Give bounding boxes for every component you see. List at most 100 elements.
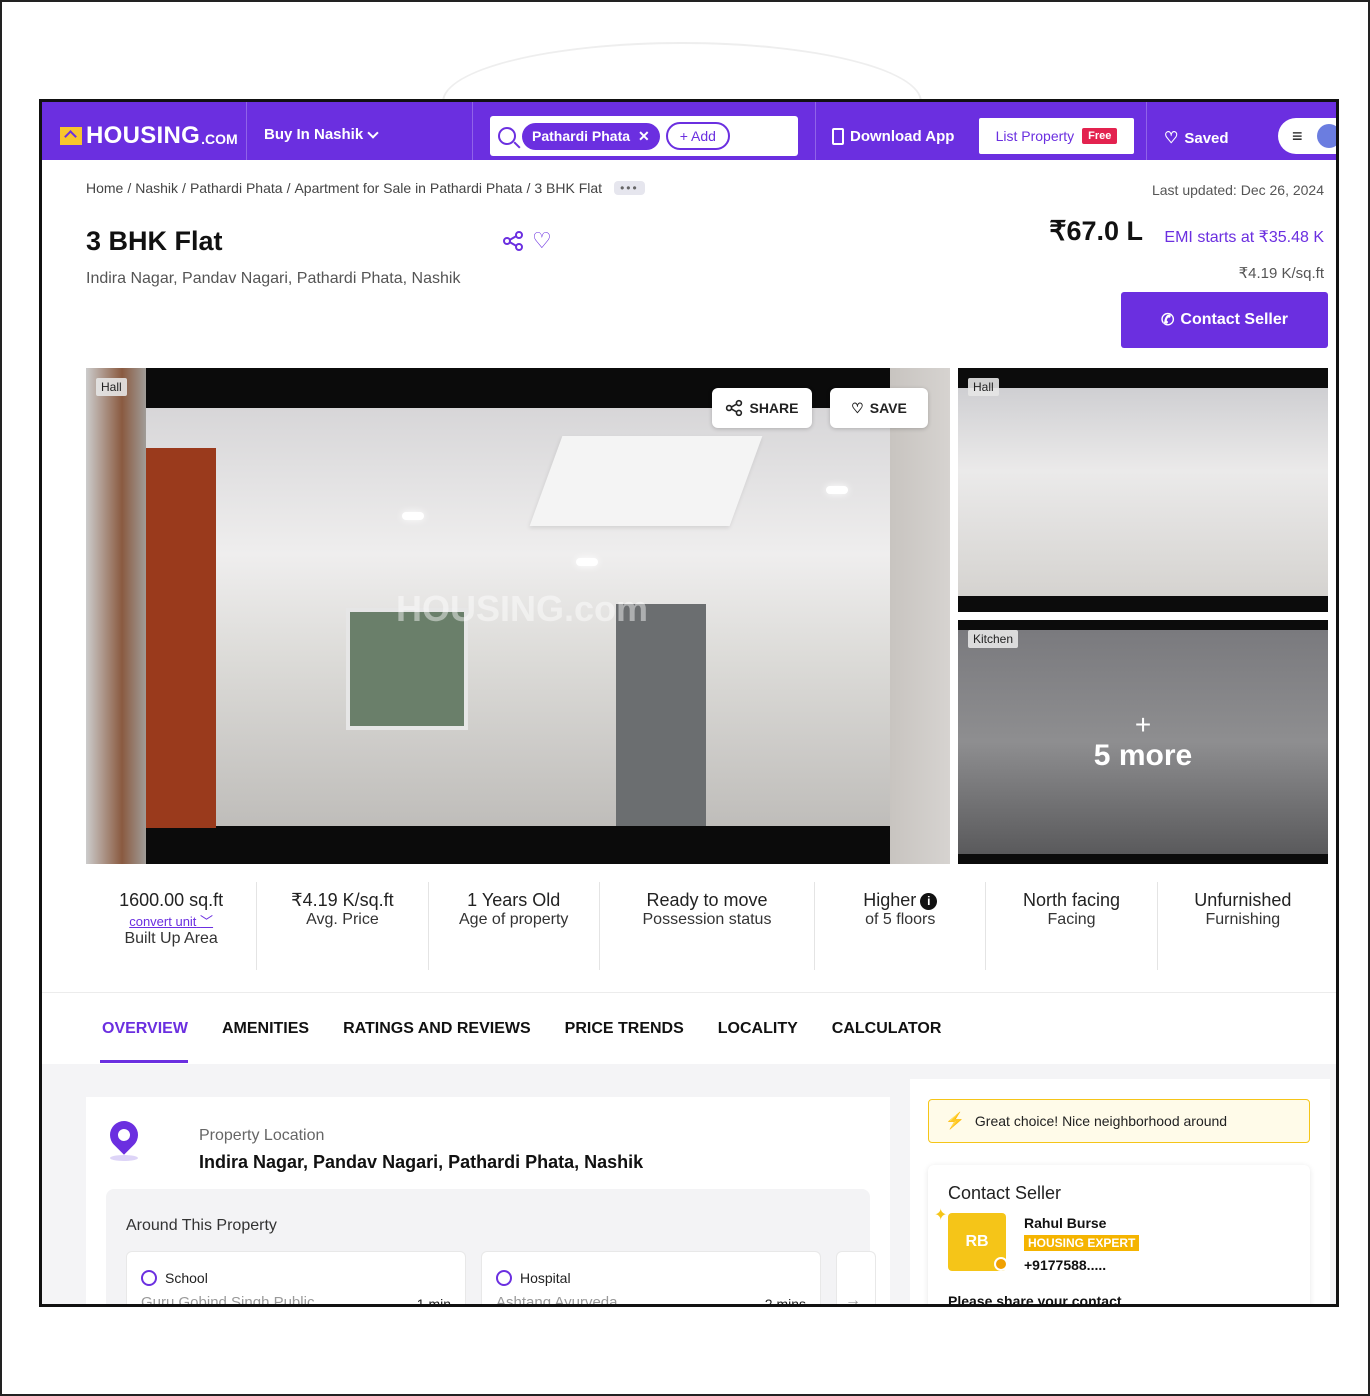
stat-value: 1 Years Old	[467, 890, 561, 910]
location-pin-icon	[104, 1115, 144, 1161]
around-title: Around This Property	[126, 1217, 277, 1234]
photo-door	[146, 448, 216, 828]
contact-seller-title: Contact Seller	[948, 1183, 1062, 1203]
convert-unit-link[interactable]: convert unit ﹀	[86, 911, 256, 930]
nav-divider	[472, 102, 473, 160]
seller-phone: +9177588.....	[1024, 1257, 1107, 1273]
favorite-heart-icon[interactable]: ♡	[532, 228, 552, 254]
breadcrumb-item[interactable]: Pathardi Phata	[190, 180, 283, 196]
tab-locality[interactable]: LOCALITY	[718, 1020, 798, 1038]
nav-divider	[246, 102, 247, 160]
last-updated: Last updated: Dec 26, 2024	[1151, 182, 1324, 198]
tab-overview[interactable]: OVERVIEW	[102, 1020, 188, 1038]
breadcrumb-sep: /	[286, 180, 291, 196]
stat-facing: North facing Facing	[986, 882, 1158, 970]
nearby-time: 1 min	[416, 1296, 451, 1307]
contact-seller-button[interactable]: ✆ Contact Seller	[1121, 292, 1328, 348]
list-property-label: List Property	[995, 128, 1075, 144]
plus-icon: +	[1134, 709, 1152, 740]
image-tag-hall: Hall	[96, 378, 127, 396]
housing-logo[interactable]: HOUSING .COM	[60, 122, 238, 150]
logo-house-icon	[60, 127, 82, 145]
breadcrumb: Home / Nashik / Pathardi Phata / Apartment …	[86, 180, 645, 196]
buy-city-dropdown[interactable]: Buy In Nashik	[264, 126, 379, 143]
tab-ratings-and-reviews[interactable]: RATINGS AND REVIEWS	[343, 1020, 531, 1038]
stat-value: ₹4.19 K/sq.ft	[291, 890, 394, 910]
housing-expert-badge: HOUSING EXPERT	[1024, 1235, 1140, 1251]
property-location-card: Property Location Indira Nagar, Pandav N…	[86, 1097, 890, 1307]
screenshot-canvas: HOUSING .COM Buy In Nashik Pathardi Phat…	[0, 0, 1370, 1396]
nearby-type: Hospital	[520, 1270, 571, 1286]
property-address: Indira Nagar, Pandav Nagari, Pathardi Ph…	[86, 270, 461, 287]
sparkle-icon: ✦	[934, 1207, 948, 1224]
nearby-type: School	[165, 1270, 208, 1286]
arrow-right-icon[interactable]: →	[845, 1292, 861, 1304]
free-badge: Free	[1082, 128, 1118, 144]
info-icon[interactable]: i	[920, 893, 938, 910]
close-icon[interactable]: ✕	[638, 128, 650, 145]
breadcrumb-item[interactable]: Apartment for Sale in Pathardi Phata	[294, 180, 522, 196]
side-gallery-image-hall[interactable]: Hall	[958, 368, 1328, 612]
stat-possession: Ready to move Possession status	[600, 882, 816, 970]
neighborhood-banner-text: Great choice! Nice neighborhood around	[974, 1113, 1228, 1129]
search-icon	[498, 127, 516, 145]
stat-label: Facing	[1047, 911, 1096, 928]
locality-chip-label: Pathardi Phata	[532, 128, 631, 144]
seller-name: Rahul Burse	[1024, 1215, 1107, 1231]
neighborhood-banner: ⚡ Great choice! Nice neighborhood around	[928, 1099, 1310, 1143]
breadcrumb-item[interactable]: Nashik	[135, 180, 178, 196]
tab-calculator[interactable]: CALCULATOR	[832, 1020, 942, 1038]
nearby-name: Ashtang Ayurveda	[496, 1294, 618, 1307]
nearby-next-card[interactable]: →	[836, 1251, 876, 1304]
share-contact-prompt: Please share your contact	[948, 1293, 1122, 1307]
phone-call-icon: ✆	[1161, 312, 1175, 329]
stat-value: Unfurnished	[1194, 890, 1292, 910]
active-tab-indicator	[100, 1060, 188, 1063]
main-gallery-image[interactable]: HOUSING.com Hall SHARE ♡ SAVE	[86, 368, 950, 864]
stat-label: Furnishing	[1205, 911, 1281, 928]
nearby-hospital-card[interactable]: Hospital Ashtang Ayurveda 2 mins	[481, 1251, 821, 1307]
logo-text: HOUSING	[86, 122, 201, 149]
photo-doorway	[616, 604, 706, 826]
heart-icon: ♡	[1164, 130, 1179, 147]
breadcrumb-item[interactable]: Home	[86, 180, 123, 196]
section-tabs: OVERVIEW AMENITIES RATINGS AND REVIEWS P…	[102, 1020, 941, 1038]
buy-city-label: Buy In Nashik	[264, 126, 364, 143]
stat-avg-price: ₹4.19 K/sq.ft Avg. Price	[257, 882, 429, 970]
search-bar[interactable]: Pathardi Phata ✕ + Add	[490, 116, 798, 156]
download-app-link[interactable]: Download App	[832, 128, 954, 145]
property-location-address: Indira Nagar, Pandav Nagari, Pathardi Ph…	[199, 1152, 644, 1172]
logo-domain: .COM	[201, 131, 238, 147]
save-label: SAVE	[869, 400, 907, 416]
heart-icon: ♡	[851, 399, 864, 416]
breadcrumb-more-button[interactable]: •••	[614, 181, 645, 195]
locality-chip[interactable]: Pathardi Phata ✕	[522, 122, 660, 150]
tab-price-trends[interactable]: PRICE TRENDS	[565, 1020, 684, 1038]
user-menu-button[interactable]: ≡	[1278, 118, 1336, 154]
browser-frame: HOUSING .COM Buy In Nashik Pathardi Phat…	[39, 99, 1339, 1307]
contact-seller-label: Contact Seller	[1180, 311, 1288, 328]
saved-label: Saved	[1184, 129, 1229, 147]
add-locality-button[interactable]: + Add	[665, 122, 730, 150]
nearby-school-card[interactable]: School Guru Gobind Singh Public 1 min	[126, 1251, 466, 1307]
image-tag-hall: Hall	[968, 378, 999, 396]
share-icon[interactable]	[502, 230, 524, 258]
photo-light	[826, 486, 848, 494]
save-button[interactable]: ♡ SAVE	[830, 388, 928, 428]
stat-value: Ready to move	[646, 890, 768, 910]
side-gallery-image-kitchen[interactable]: Kitchen + 5 more	[958, 620, 1328, 864]
tab-amenities[interactable]: AMENITIES	[222, 1020, 309, 1038]
more-photos-overlay[interactable]: + 5 more	[958, 620, 1328, 864]
list-property-button[interactable]: List Property Free	[979, 118, 1134, 154]
image-blur-right	[890, 368, 950, 864]
hospital-icon	[496, 1270, 512, 1286]
photo-light	[576, 558, 598, 566]
share-button[interactable]: SHARE	[712, 388, 812, 428]
photo-ceiling	[529, 436, 763, 526]
nav-divider	[815, 102, 816, 160]
saved-link[interactable]: ♡ Saved	[1164, 128, 1229, 148]
more-photos-label: 5 more	[1093, 739, 1193, 772]
emi-link[interactable]: EMI starts at ₹35.48 K	[1164, 227, 1324, 247]
stat-age: 1 Years Old Age of property	[429, 882, 600, 970]
hamburger-menu-icon: ≡	[1292, 125, 1303, 146]
